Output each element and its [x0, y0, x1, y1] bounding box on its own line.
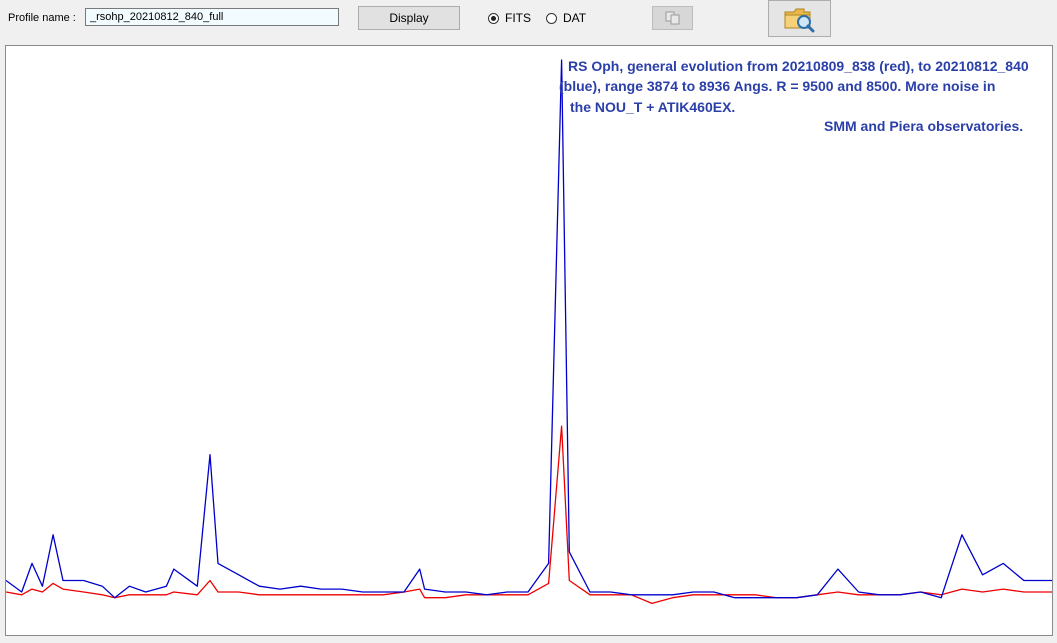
series-line-20210812_840	[6, 59, 1052, 599]
radio-fits-label: FITS	[505, 11, 531, 25]
display-button[interactable]: Display	[358, 6, 460, 30]
toolbar: Profile name : Display FITS DAT	[0, 0, 1057, 42]
radio-dat-indicator[interactable]	[546, 12, 557, 24]
radio-dat-label: DAT	[563, 11, 587, 25]
profile-name-input[interactable]	[85, 8, 339, 26]
copy-button[interactable]	[652, 6, 693, 30]
radio-fits-indicator[interactable]	[488, 12, 499, 24]
profile-name-label: Profile name :	[8, 12, 76, 24]
spectrum-chart	[6, 59, 1052, 605]
annotation-line-2: (blue), range 3874 to 8936 Angs. R = 950…	[559, 78, 996, 94]
radio-dat[interactable]: DAT	[546, 11, 586, 25]
radio-fits[interactable]: FITS	[488, 11, 531, 25]
annotation-line-1: RS Oph, general evolution from 20210809_…	[568, 58, 1029, 74]
open-file-button[interactable]	[768, 0, 831, 37]
copy-icon	[665, 11, 679, 25]
folder-search-icon	[784, 8, 814, 32]
annotation-line-4: SMM and Piera observatories.	[824, 118, 1024, 134]
series-line-20210809_838	[6, 425, 1052, 605]
annotation-line-3: the NOU_T + ATIK460EX.	[570, 99, 736, 115]
spectrum-plot[interactable]: RS Oph, general evolution from 20210809_…	[5, 45, 1053, 636]
